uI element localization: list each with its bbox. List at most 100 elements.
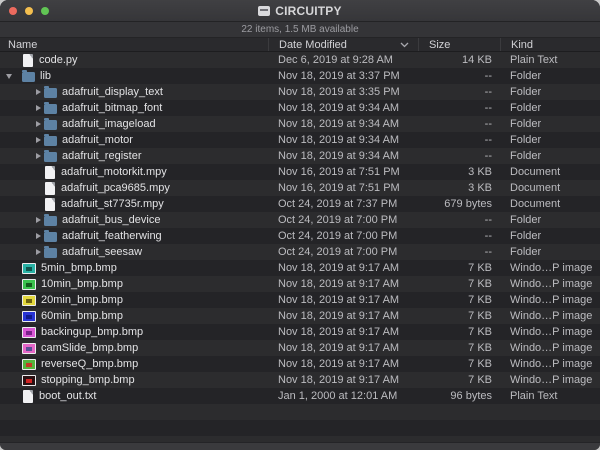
table-row[interactable]: 20min_bmp.bmp Nov 18, 2019 at 9:17 AM 7 … — [0, 292, 600, 308]
file-name: adafruit_display_text — [62, 86, 163, 98]
file-size: 7 KB — [418, 278, 500, 290]
file-kind: Folder — [500, 102, 600, 114]
file-kind: Folder — [500, 150, 600, 162]
file-size: 7 KB — [418, 294, 500, 306]
table-row[interactable]: backingup_bmp.bmp Nov 18, 2019 at 9:17 A… — [0, 324, 600, 340]
table-row[interactable]: adafruit_display_text Nov 18, 2019 at 3:… — [0, 84, 600, 100]
file-size: 14 KB — [418, 54, 500, 66]
table-row[interactable]: adafruit_featherwing Oct 24, 2019 at 7:0… — [0, 228, 600, 244]
disclosure-triangle[interactable] — [36, 132, 44, 148]
table-row[interactable]: adafruit_pca9685.mpy Nov 16, 2019 at 7:5… — [0, 180, 600, 196]
file-kind: Folder — [500, 230, 600, 242]
date-modified: Nov 18, 2019 at 3:35 PM — [268, 86, 418, 98]
table-row[interactable]: adafruit_register Nov 18, 2019 at 9:34 A… — [0, 148, 600, 164]
folder-icon — [44, 248, 57, 258]
table-row[interactable]: adafruit_motorkit.mpy Nov 16, 2019 at 7:… — [0, 164, 600, 180]
file-kind: Windo…P image — [500, 358, 600, 370]
file-name: 60min_bmp.bmp — [41, 310, 123, 322]
column-header-size[interactable]: Size — [418, 38, 500, 51]
file-size: -- — [418, 70, 500, 82]
table-row[interactable]: reverseQ_bmp.bmp Nov 18, 2019 at 9:17 AM… — [0, 356, 600, 372]
date-modified: Oct 24, 2019 at 7:37 PM — [268, 198, 418, 210]
table-row[interactable]: adafruit_seesaw Oct 24, 2019 at 7:00 PM … — [0, 244, 600, 260]
table-row[interactable]: adafruit_imageload Nov 18, 2019 at 9:34 … — [0, 116, 600, 132]
file-size: -- — [418, 214, 500, 226]
table-row[interactable]: code.py Dec 6, 2019 at 9:28 AM 14 KB Pla… — [0, 52, 600, 68]
image-thumbnail-icon — [22, 263, 36, 274]
file-list: code.py Dec 6, 2019 at 9:28 AM 14 KB Pla… — [0, 52, 600, 442]
disclosure-triangle — [6, 292, 22, 308]
table-row[interactable]: adafruit_st7735r.mpy Oct 24, 2019 at 7:3… — [0, 196, 600, 212]
image-thumbnail-icon — [22, 311, 36, 322]
table-row[interactable]: adafruit_motor Nov 18, 2019 at 9:34 AM -… — [0, 132, 600, 148]
disclosure-triangle[interactable] — [36, 212, 44, 228]
file-kind: Windo…P image — [500, 262, 600, 274]
column-header-date-modified[interactable]: Date Modified — [268, 38, 418, 51]
file-name: 20min_bmp.bmp — [41, 294, 123, 306]
file-name: code.py — [39, 54, 78, 66]
column-header-kind[interactable]: Kind — [500, 38, 600, 51]
file-size: 7 KB — [418, 342, 500, 354]
file-kind: Folder — [500, 118, 600, 130]
folder-icon — [44, 88, 57, 98]
file-kind: Folder — [500, 214, 600, 226]
table-row[interactable]: 10min_bmp.bmp Nov 18, 2019 at 9:17 AM 7 … — [0, 276, 600, 292]
file-size: 7 KB — [418, 326, 500, 338]
minimize-button[interactable] — [25, 7, 33, 15]
file-kind: Windo…P image — [500, 374, 600, 386]
date-modified: Nov 18, 2019 at 9:34 AM — [268, 150, 418, 162]
document-icon — [45, 166, 55, 179]
disclosure-triangle[interactable] — [36, 116, 44, 132]
file-size: 96 bytes — [418, 390, 500, 402]
window-footer — [0, 442, 600, 450]
table-row[interactable]: lib Nov 18, 2019 at 3:37 PM -- Folder — [0, 68, 600, 84]
file-name: boot_out.txt — [39, 390, 97, 402]
disclosure-triangle[interactable] — [36, 100, 44, 116]
disclosure-triangle — [6, 372, 22, 388]
date-modified: Oct 24, 2019 at 7:00 PM — [268, 230, 418, 242]
disclosure-triangle — [6, 308, 22, 324]
file-kind: Folder — [500, 246, 600, 258]
disclosure-triangle[interactable] — [6, 68, 22, 84]
document-icon — [23, 390, 33, 403]
date-modified: Nov 18, 2019 at 9:17 AM — [268, 374, 418, 386]
image-thumbnail-icon — [22, 295, 36, 306]
file-name: adafruit_imageload — [62, 118, 156, 130]
disclosure-triangle[interactable] — [36, 244, 44, 260]
date-modified: Nov 18, 2019 at 9:34 AM — [268, 134, 418, 146]
table-row[interactable]: boot_out.txt Jan 1, 2000 at 12:01 AM 96 … — [0, 388, 600, 404]
date-modified: Oct 24, 2019 at 7:00 PM — [268, 246, 418, 258]
file-size: -- — [418, 102, 500, 114]
file-name: adafruit_seesaw — [62, 246, 142, 258]
date-modified: Nov 18, 2019 at 9:17 AM — [268, 262, 418, 274]
date-modified: Nov 18, 2019 at 3:37 PM — [268, 70, 418, 82]
disclosure-triangle[interactable] — [36, 228, 44, 244]
file-name: camSlide_bmp.bmp — [41, 342, 138, 354]
date-modified: Nov 18, 2019 at 9:34 AM — [268, 102, 418, 114]
disclosure-triangle[interactable] — [36, 84, 44, 100]
disclosure-triangle — [36, 196, 44, 212]
table-row[interactable]: camSlide_bmp.bmp Nov 18, 2019 at 9:17 AM… — [0, 340, 600, 356]
file-name: stopping_bmp.bmp — [41, 374, 135, 386]
table-row[interactable]: adafruit_bus_device Oct 24, 2019 at 7:00… — [0, 212, 600, 228]
sort-chevron-down-icon — [400, 42, 409, 48]
disclosure-triangle[interactable] — [36, 148, 44, 164]
file-size: -- — [418, 134, 500, 146]
table-row[interactable]: adafruit_bitmap_font Nov 18, 2019 at 9:3… — [0, 100, 600, 116]
zoom-button[interactable] — [41, 7, 49, 15]
disclosure-triangle — [36, 164, 44, 180]
disclosure-triangle — [6, 260, 22, 276]
file-size: 7 KB — [418, 358, 500, 370]
file-kind: Windo…P image — [500, 294, 600, 306]
document-icon — [45, 182, 55, 195]
table-row[interactable]: stopping_bmp.bmp Nov 18, 2019 at 9:17 AM… — [0, 372, 600, 388]
table-row[interactable]: 60min_bmp.bmp Nov 18, 2019 at 9:17 AM 7 … — [0, 308, 600, 324]
close-button[interactable] — [9, 7, 17, 15]
date-modified: Nov 16, 2019 at 7:51 PM — [268, 166, 418, 178]
table-row[interactable]: 5min_bmp.bmp Nov 18, 2019 at 9:17 AM 7 K… — [0, 260, 600, 276]
column-header-name[interactable]: Name — [0, 38, 268, 51]
disclosure-triangle — [6, 276, 22, 292]
file-size: -- — [418, 86, 500, 98]
file-size: 3 KB — [418, 166, 500, 178]
image-thumbnail-icon — [22, 359, 36, 370]
